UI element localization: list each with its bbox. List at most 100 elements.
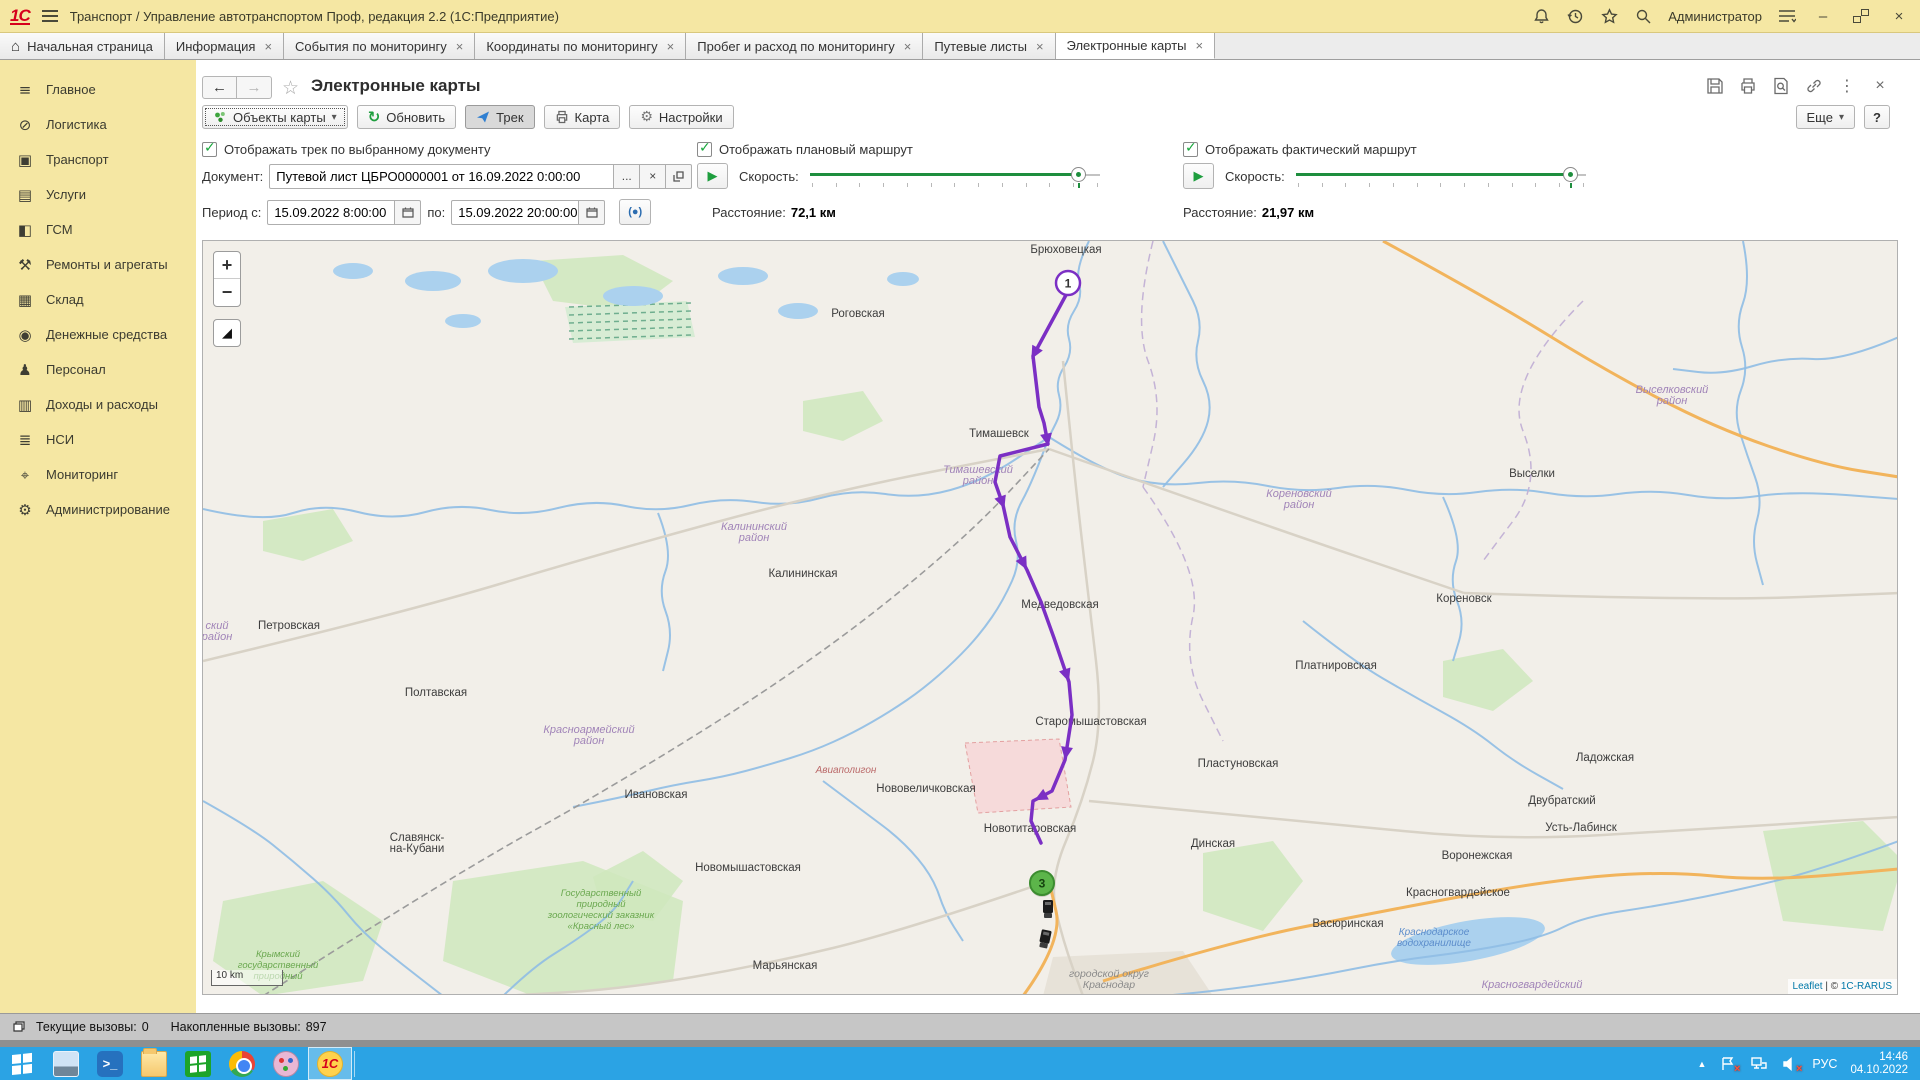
- sidebar-item[interactable]: ≡Главное: [0, 72, 196, 107]
- sidebar-item[interactable]: ▥Доходы и расходы: [0, 387, 196, 422]
- notifications-bell-icon[interactable]: [1532, 7, 1550, 25]
- sidebar-item[interactable]: ≣НСИ: [0, 422, 196, 457]
- tray-expand-icon[interactable]: ▲: [1697, 1059, 1706, 1069]
- taskbar-app-paint[interactable]: [264, 1047, 308, 1080]
- close-form-icon[interactable]: ×: [1870, 76, 1890, 96]
- map-canvas[interactable]: БрюховецкаяРоговскаяТимашевскТимашевский…: [202, 240, 1898, 995]
- zoom-in-button[interactable]: +: [214, 252, 240, 279]
- period-from-input[interactable]: 15.09.2022 8:00:00: [267, 200, 395, 225]
- document-input[interactable]: Путевой лист ЦБРО0000001 от 16.09.2022 0…: [269, 164, 614, 189]
- taskbar-app-rdp[interactable]: [44, 1047, 88, 1080]
- sidebar-item[interactable]: ⌖Мониторинг: [0, 457, 196, 492]
- sidebar-item[interactable]: ⚙Администрирование: [0, 492, 196, 527]
- settings-button[interactable]: ⚙ Настройки: [629, 105, 733, 129]
- vendor-link[interactable]: 1C-RARUS: [1841, 981, 1892, 992]
- svg-text:Двубратский: Двубратский: [1528, 795, 1595, 807]
- clock[interactable]: 14:46 04.10.2022: [1850, 1051, 1908, 1077]
- tab-item[interactable]: Пробег и расход по мониторингу×: [686, 33, 923, 59]
- tab-close-icon[interactable]: ×: [667, 39, 675, 54]
- map-objects-button[interactable]: Объекты карты ▾: [202, 105, 348, 129]
- taskbar-app-store[interactable]: [176, 1047, 220, 1080]
- actual-speed-thumb[interactable]: [1563, 167, 1578, 182]
- sidebar-item[interactable]: ◧ГСМ: [0, 212, 196, 247]
- help-button[interactable]: ?: [1864, 105, 1890, 129]
- minimize-button[interactable]: –: [1812, 8, 1834, 25]
- zoom-out-button[interactable]: −: [214, 279, 240, 306]
- network-icon[interactable]: [1750, 1055, 1768, 1073]
- history-icon[interactable]: [1566, 7, 1584, 25]
- tab-item[interactable]: Информация×: [165, 33, 284, 59]
- sidebar-item[interactable]: ⊘Логистика: [0, 107, 196, 142]
- map-objects-icon: [213, 110, 227, 124]
- sidebar-item[interactable]: ▦Склад: [0, 282, 196, 317]
- tab-item[interactable]: Координаты по мониторингу×: [475, 33, 686, 59]
- sidebar-item[interactable]: ▣Транспорт: [0, 142, 196, 177]
- current-user[interactable]: Администратор: [1668, 9, 1762, 24]
- planned-speed-thumb[interactable]: [1071, 167, 1086, 182]
- tab-close-icon[interactable]: ×: [456, 39, 464, 54]
- settings-menu-icon[interactable]: [1778, 7, 1796, 25]
- tab-label: Начальная страница: [27, 39, 153, 54]
- document-open-icon[interactable]: [666, 164, 692, 189]
- document-choose-button[interactable]: ...: [614, 164, 640, 189]
- leaflet-link[interactable]: Leaflet: [1793, 981, 1823, 992]
- page-favorite-star-icon[interactable]: ☆: [282, 77, 299, 99]
- show-planned-route-checkbox[interactable]: ✓ Отображать плановый маршрут: [697, 140, 913, 158]
- favorites-star-icon[interactable]: [1600, 7, 1618, 25]
- print-preview-icon[interactable]: [1771, 76, 1791, 96]
- more-menu-kebab-icon[interactable]: ⋮: [1837, 76, 1857, 96]
- sidebar-item[interactable]: ⚒Ремонты и агрегаты: [0, 247, 196, 282]
- taskbar-app-powershell[interactable]: >_: [88, 1047, 132, 1080]
- sidebar-item-icon: ▤: [16, 186, 34, 204]
- planned-play-button[interactable]: ▶: [697, 163, 728, 189]
- coordinates-button[interactable]: (●): [619, 199, 651, 225]
- tab-home[interactable]: ⌂Начальная страница: [0, 33, 165, 59]
- svg-text:район: район: [203, 631, 232, 643]
- nav-forward-button[interactable]: →: [237, 76, 272, 99]
- refresh-button[interactable]: ↻ Обновить: [357, 105, 456, 129]
- sidebar-item[interactable]: ◉Денежные средства: [0, 317, 196, 352]
- sidebar-item-label: Ремонты и агрегаты: [46, 257, 168, 272]
- taskbar-app-chrome[interactable]: [220, 1047, 264, 1080]
- document-clear-button[interactable]: ×: [640, 164, 666, 189]
- volume-muted-icon[interactable]: ×: [1781, 1055, 1799, 1073]
- sidebar-item[interactable]: ▤Услуги: [0, 177, 196, 212]
- action-center-flag-icon[interactable]: ×: [1719, 1055, 1737, 1073]
- close-window-button[interactable]: ×: [1888, 8, 1910, 25]
- language-indicator[interactable]: РУС: [1812, 1057, 1837, 1071]
- taskbar-app-explorer[interactable]: [132, 1047, 176, 1080]
- sidebar-item[interactable]: ♟Персонал: [0, 352, 196, 387]
- start-button[interactable]: [0, 1047, 44, 1080]
- search-icon[interactable]: [1634, 7, 1652, 25]
- tab-item[interactable]: События по мониторингу×: [284, 33, 475, 59]
- sidebar-item-icon: ⊘: [16, 116, 34, 134]
- tab-close-icon[interactable]: ×: [904, 39, 912, 54]
- period-to-calendar-icon[interactable]: [579, 200, 605, 225]
- taskbar-app-1c-active[interactable]: 1С: [308, 1047, 352, 1080]
- svg-text:«Красный лес»: «Красный лес»: [568, 921, 635, 932]
- map-attribution: Leaflet | © 1C-RARUS: [1788, 979, 1897, 994]
- sidebar-item-label: Мониторинг: [46, 467, 118, 482]
- period-from-calendar-icon[interactable]: [395, 200, 421, 225]
- tab-close-icon[interactable]: ×: [1196, 38, 1204, 53]
- tab-close-icon[interactable]: ×: [1036, 39, 1044, 54]
- tab-active[interactable]: Электронные карты×: [1056, 33, 1216, 59]
- actual-play-button[interactable]: ▶: [1183, 163, 1214, 189]
- tab-close-icon[interactable]: ×: [264, 39, 272, 54]
- measure-tool-button[interactable]: ◢: [213, 319, 241, 347]
- print-icon[interactable]: [1738, 76, 1758, 96]
- sidebar-item-label: Склад: [46, 292, 84, 307]
- get-link-icon[interactable]: [1804, 76, 1824, 96]
- track-button[interactable]: Трек: [465, 105, 534, 129]
- period-to-input[interactable]: 15.09.2022 20:00:00: [451, 200, 579, 225]
- map-print-button[interactable]: Карта: [544, 105, 621, 129]
- show-track-checkbox[interactable]: ✓ Отображать трек по выбранному документ…: [202, 140, 491, 158]
- more-button[interactable]: Еще ▾: [1796, 105, 1855, 129]
- show-actual-route-checkbox[interactable]: ✓ Отображать фактический маршрут: [1183, 140, 1417, 158]
- tab-item[interactable]: Путевые листы×: [923, 33, 1055, 59]
- main-menu-icon[interactable]: [42, 10, 58, 22]
- save-icon[interactable]: [1705, 76, 1725, 96]
- planned-speed-slider[interactable]: [810, 163, 1100, 189]
- nav-back-button[interactable]: ←: [202, 76, 237, 99]
- actual-speed-slider[interactable]: [1296, 163, 1586, 189]
